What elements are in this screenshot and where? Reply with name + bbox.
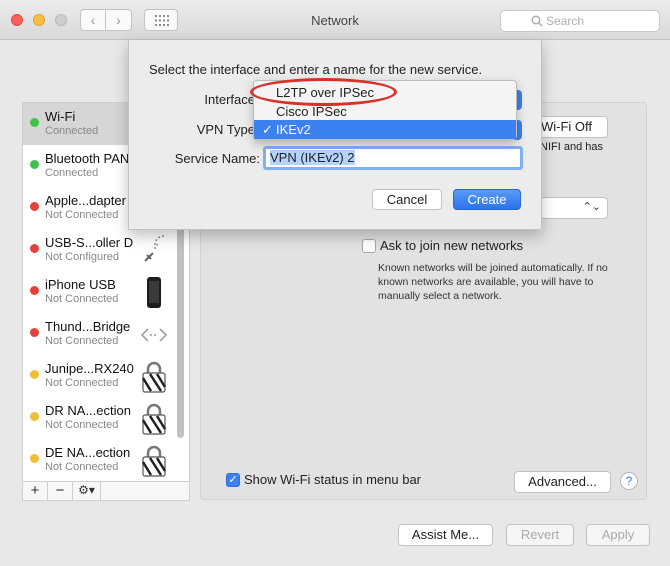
service-status: Not Connected [45, 209, 119, 221]
service-status: Not Connected [45, 293, 119, 305]
iphone-icon [139, 277, 169, 309]
vpn-type-label: VPN Type [196, 122, 255, 137]
menu-item-ikev2[interactable]: ✓ IKEv2 [254, 120, 516, 139]
checkmark-icon: ✓ [262, 122, 273, 137]
show-wifi-status-label: Show Wi-Fi status in menu bar [244, 472, 422, 487]
phone-signal-icon [139, 235, 169, 267]
search-field[interactable]: Search [500, 10, 660, 32]
updown-chevron-icon: ⌃⌄ [582, 201, 601, 213]
menu-item-ikev2-label: IKEv2 [276, 122, 311, 137]
vpn-lock-icon [139, 445, 169, 477]
service-actions-gear-button[interactable]: ⚙▾ [73, 482, 101, 500]
service-name: Apple...dapter [45, 193, 126, 208]
status-dot [30, 202, 39, 211]
vpn-lock-icon [139, 361, 169, 393]
service-item[interactable]: USB-S...oller D Not Configured [23, 229, 189, 271]
service-name: DE NA...ection [45, 445, 131, 460]
service-status: Not Connected [45, 461, 119, 473]
service-name: USB-S...oller D [45, 235, 134, 250]
service-item[interactable]: iPhone USB Not Connected [23, 271, 189, 313]
service-name: DR NA...ection [45, 403, 131, 418]
menu-item-cisco-label: Cisco IPSec [276, 104, 347, 119]
status-dot [30, 160, 39, 169]
status-dot [30, 286, 39, 295]
service-item[interactable]: DR NA...ection Not Connected [23, 397, 189, 439]
status-dot [30, 328, 39, 337]
wifi-status-text: NIFI and has [540, 141, 603, 153]
service-status: Connected [45, 167, 99, 179]
search-placeholder: Search [546, 14, 585, 28]
create-button[interactable]: Create [453, 189, 521, 210]
add-service-button[interactable]: + [23, 482, 48, 500]
title-bar: ‹ › Network Search [0, 0, 670, 40]
show-wifi-status-option[interactable]: ✓ Show Wi-Fi status in menu bar [226, 472, 421, 487]
help-button[interactable]: ? [620, 472, 638, 490]
status-dot [30, 370, 39, 379]
service-item[interactable]: Thund...Bridge Not Connected [23, 313, 189, 355]
assist-me-button[interactable]: Assist Me... [398, 524, 493, 546]
wifi-off-label: Wi-Fi Off [541, 119, 593, 134]
ask-join-checkbox[interactable] [362, 238, 376, 253]
service-name-value: VPN (IKEv2) 2 [270, 150, 355, 165]
search-icon [531, 15, 543, 27]
service-status: Not Connected [45, 335, 119, 347]
service-name: Junipe...RX240 [45, 361, 134, 376]
revert-button[interactable]: Revert [506, 524, 574, 546]
service-status: Not Connected [45, 377, 119, 389]
service-name-label: Service Name: [174, 151, 260, 166]
status-dot [30, 244, 39, 253]
service-name-field[interactable]: VPN (IKEv2) 2 [263, 146, 523, 170]
ask-join-label: Ask to join new networks [380, 238, 524, 253]
service-name: Wi-Fi [45, 109, 76, 124]
service-name: Thund...Bridge [45, 319, 131, 334]
service-status: Not Configured [45, 251, 119, 263]
ask-join-networks-option[interactable]: Ask to join new networks [362, 238, 523, 253]
service-item[interactable]: DE NA...ection Not Connected [23, 439, 189, 481]
service-item[interactable]: Junipe...RX240 Not Connected [23, 355, 189, 397]
advanced-button[interactable]: Advanced... [514, 471, 611, 493]
service-name: Bluetooth PAN [45, 151, 130, 166]
sheet-instructions: Select the interface and enter a name fo… [149, 62, 483, 77]
bridge-arrows-icon [139, 319, 169, 351]
status-dot [30, 118, 39, 127]
interface-label: Interface [204, 92, 255, 107]
highlight-annotation-ring [250, 78, 397, 106]
ask-join-description: Known networks will be joined automatica… [378, 262, 608, 302]
service-name: iPhone USB [45, 277, 116, 292]
status-dot [30, 412, 39, 421]
vpn-lock-icon [139, 403, 169, 435]
cancel-button[interactable]: Cancel [372, 189, 442, 210]
apply-button[interactable]: Apply [586, 524, 650, 546]
remove-service-button[interactable]: − [48, 482, 73, 500]
network-name-popup[interactable]: ⌃⌄ [540, 197, 608, 219]
status-dot [30, 454, 39, 463]
service-list-toolbar: + − ⚙▾ [22, 481, 190, 501]
show-wifi-status-checkbox[interactable]: ✓ [226, 472, 240, 487]
service-status: Connected [45, 125, 99, 137]
service-status: Not Connected [45, 419, 119, 431]
